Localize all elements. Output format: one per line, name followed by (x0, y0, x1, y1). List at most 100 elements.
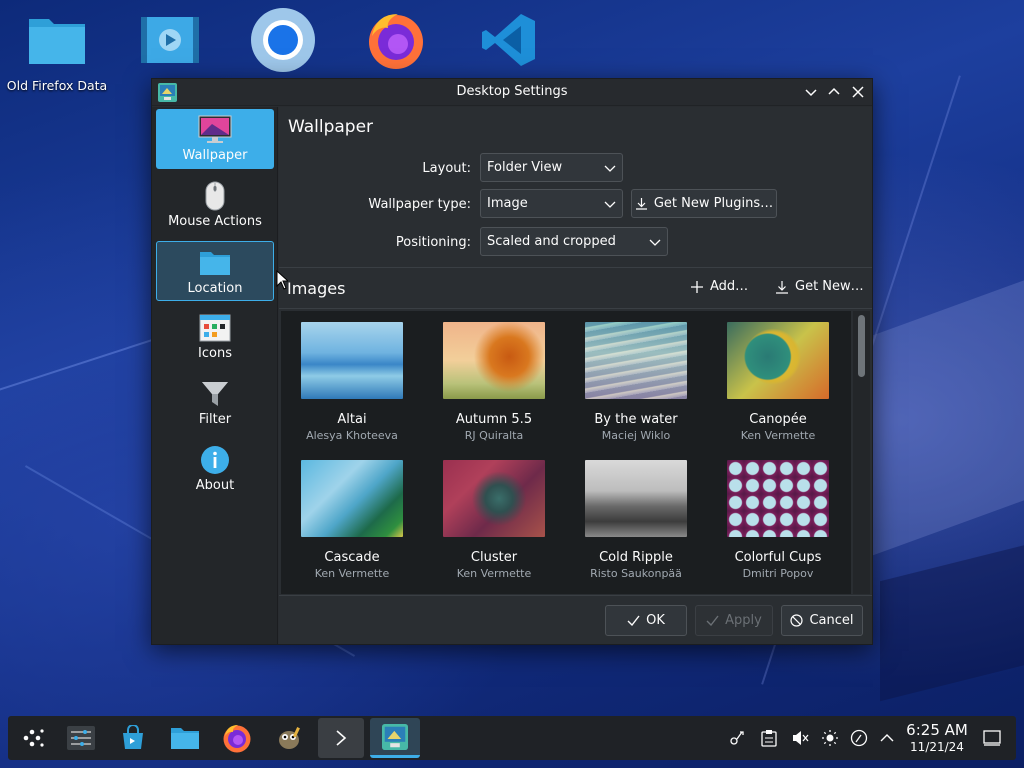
download-icon (635, 198, 647, 210)
show-desktop-icon (983, 730, 1001, 746)
wallpaper-thumbnail (443, 322, 545, 399)
discover-store-icon (123, 725, 143, 749)
taskbar-firefox[interactable] (214, 718, 260, 758)
layout-value: Folder View (487, 160, 563, 175)
clipboard-button[interactable] (759, 728, 779, 748)
icons-grid-icon (197, 311, 233, 345)
brightness-icon (822, 730, 838, 746)
layout-combo[interactable]: Folder View (480, 153, 623, 182)
desktop-icon-chromium[interactable] (228, 8, 338, 72)
positioning-label: Positioning: (395, 235, 471, 250)
clock-time[interactable]: 6:25 AM (906, 721, 968, 739)
sidebar-item-label: About (195, 478, 235, 493)
get-new-plugins-label: Get New Plugins… (653, 196, 774, 211)
checkmark-icon (706, 615, 719, 626)
kde-connect-icon (730, 731, 744, 745)
window-title: Desktop Settings (456, 84, 568, 99)
get-new-wallpapers-button[interactable]: Get New… (775, 279, 864, 294)
wallpaper-author: Ken Vermette (456, 567, 532, 580)
minimize-button[interactable] (802, 83, 820, 101)
wallpaper-name: Cascade (324, 550, 380, 565)
wallpaper-type-value: Image (487, 196, 528, 211)
sidebar-item-label: Location (187, 281, 243, 296)
wallpaper-item-autumn[interactable]: Autumn 5.5 RJ Quiralta (423, 311, 565, 449)
ok-label: OK (646, 613, 665, 628)
monitor-icon (197, 113, 233, 147)
grid-scrollbar[interactable] (853, 311, 870, 594)
taskbar: 6:25 AM 11/21/24 (8, 716, 1016, 760)
wallpaper-item-cluster[interactable]: Cluster Ken Vermette (423, 449, 565, 587)
wallpaper-grid: Altai Alesya Khoteeva Autumn 5.5 RJ Quir… (281, 311, 851, 594)
show-desktop-button[interactable] (982, 728, 1002, 748)
wallpaper-author: Ken Vermette (314, 567, 390, 580)
desktop-icon-vscode[interactable] (454, 8, 564, 72)
chromium-icon (251, 8, 315, 72)
sidebar-item-label: Wallpaper (182, 148, 248, 163)
sidebar-item-label: Icons (198, 346, 232, 361)
wallpaper-thumbnail (443, 460, 545, 537)
title-bar[interactable]: Desktop Settings (152, 79, 872, 106)
sidebar-item-about[interactable]: About (156, 439, 274, 499)
wallpaper-name: Canopée (749, 412, 807, 427)
apply-label: Apply (725, 613, 762, 628)
network-button[interactable] (849, 728, 869, 748)
images-header: Images Add… Get New… (279, 267, 872, 309)
scrollbar-thumb[interactable] (858, 315, 865, 377)
brightness-button[interactable] (820, 728, 840, 748)
taskbar-dolphin[interactable] (162, 718, 208, 758)
taskbar-desktop-settings[interactable] (370, 718, 420, 758)
sidebar-item-icons[interactable]: Icons (156, 307, 274, 367)
application-launcher-icon (23, 729, 44, 747)
wallpaper-name: Cold Ripple (599, 550, 673, 565)
wallpaper-thumbnail (301, 460, 403, 537)
wallpaper-author: Ken Vermette (740, 429, 816, 442)
sidebar-item-label: Filter (198, 412, 232, 427)
wallpaper-item-cold-ripple[interactable]: Cold Ripple Risto Saukonpää (565, 449, 707, 587)
dolphin-folder-icon (171, 728, 199, 749)
desktop-icon-label: Old Firefox Data (6, 78, 108, 93)
add-image-button[interactable]: Add… (690, 279, 748, 294)
wallpaper-thumbnail (585, 322, 687, 399)
get-new-plugins-button[interactable]: Get New Plugins… (631, 189, 777, 218)
sidebar-item-location[interactable]: Location (156, 241, 274, 301)
taskbar-system-settings[interactable] (58, 718, 104, 758)
expand-tray-icon (880, 734, 894, 742)
wallpaper-item-by-the-water[interactable]: By the water Maciej Wiklo (565, 311, 707, 449)
desktop-icon-old-firefox-data[interactable]: Old Firefox Data (2, 8, 112, 93)
cancel-icon (790, 614, 804, 627)
volume-button[interactable] (790, 728, 810, 748)
close-button[interactable] (849, 83, 867, 101)
expand-tray-button[interactable] (877, 728, 897, 748)
cancel-button[interactable]: Cancel (781, 605, 863, 636)
sidebar-item-wallpaper[interactable]: Wallpaper (156, 109, 274, 169)
wallpaper-author: Alesya Khoteeva (306, 429, 398, 442)
taskbar-konsole[interactable] (318, 718, 364, 758)
positioning-combo[interactable]: Scaled and cropped (480, 227, 668, 256)
maximize-button[interactable] (825, 83, 843, 101)
mouse-icon (197, 179, 233, 213)
wallpaper-item-cascade[interactable]: Cascade Ken Vermette (281, 449, 423, 587)
network-icon (850, 729, 868, 747)
video-file-icon (138, 8, 202, 72)
clipboard-icon (761, 730, 777, 747)
sidebar-item-filter[interactable]: Filter (156, 373, 274, 433)
desktop-icon-firefox[interactable] (341, 8, 451, 72)
clock-date[interactable]: 11/21/24 (906, 740, 968, 754)
settings-sidebar: Wallpaper Mouse Actions Location Icons F… (152, 107, 278, 644)
wallpaper-item-colorful-cups[interactable]: Colorful Cups Dmitri Popov (707, 449, 849, 587)
apply-button[interactable]: Apply (695, 605, 773, 636)
wallpaper-item-altai[interactable]: Altai Alesya Khoteeva (281, 311, 423, 449)
wallpaper-type-combo[interactable]: Image (480, 189, 623, 218)
ok-button[interactable]: OK (605, 605, 687, 636)
wallpaper-author: RJ Quiralta (464, 429, 524, 442)
taskbar-gimp[interactable] (266, 718, 312, 758)
application-launcher-button[interactable] (10, 718, 56, 758)
chevron-down-icon (604, 165, 616, 172)
sidebar-item-mouse-actions[interactable]: Mouse Actions (156, 175, 274, 235)
info-icon (197, 443, 233, 477)
taskbar-discover[interactable] (110, 718, 156, 758)
kde-connect-button[interactable] (728, 728, 748, 748)
wallpaper-name: By the water (594, 412, 678, 427)
download-icon (776, 280, 788, 294)
wallpaper-item-canopee[interactable]: Canopée Ken Vermette (707, 311, 849, 449)
